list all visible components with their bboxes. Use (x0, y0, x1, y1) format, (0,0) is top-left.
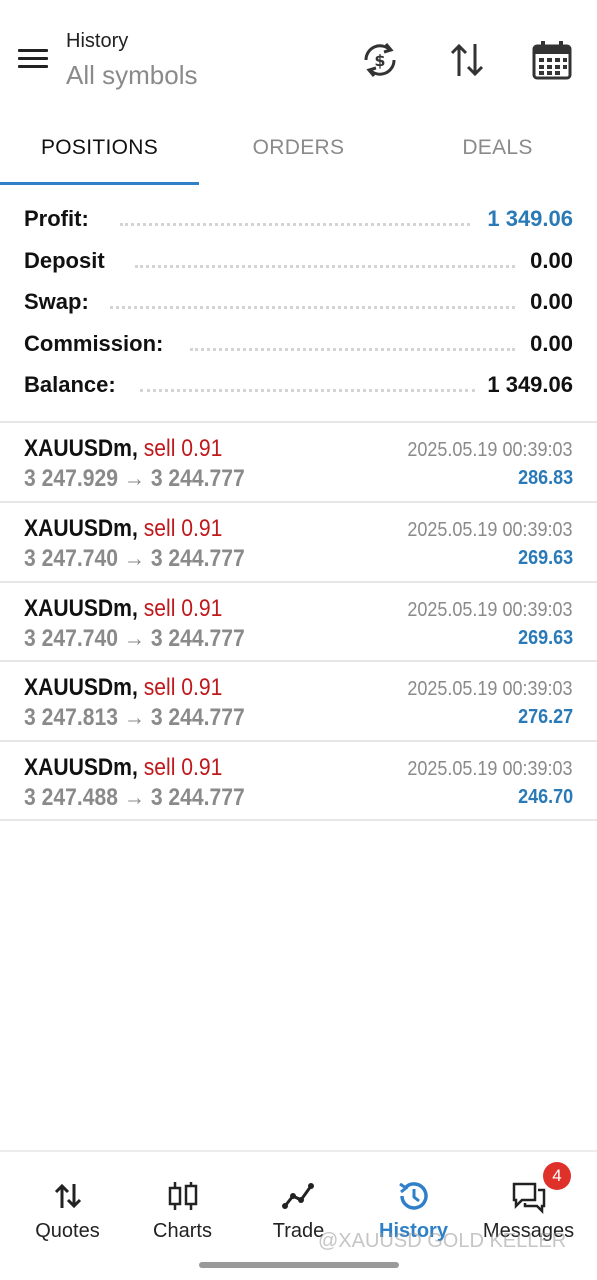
messages-icon (511, 1178, 547, 1215)
swap-value: 0.00 (522, 289, 573, 315)
dotted-leader (135, 264, 515, 268)
tab-positions[interactable]: POSITIONS (0, 120, 199, 186)
deposit-value: 0.00 (522, 248, 573, 274)
position-profit: 246.70 (517, 786, 573, 808)
dotted-leader (120, 222, 470, 226)
balance-label: Balance: (24, 372, 124, 398)
active-tab-indicator (0, 182, 199, 185)
position-side: sell 0.91 (143, 515, 223, 542)
summary-row-balance: Balance: 1 349.06 (0, 366, 597, 406)
calendar-icon[interactable] (530, 38, 574, 82)
position-symbol: XAUUSDm, sell 0.91 (24, 754, 223, 781)
page-title: History (66, 30, 129, 52)
summary-row-commission: Commission: 0.00 (0, 325, 597, 365)
history-icon (396, 1178, 432, 1214)
position-symbol: XAUUSDm, sell 0.91 (24, 674, 223, 701)
summary-row-deposit: Deposit 0.00 (0, 242, 597, 282)
swap-label: Swap: (24, 289, 97, 315)
position-side: sell 0.91 (143, 754, 223, 781)
position-prices: 3 247.929 → 3 244.777 (24, 465, 245, 492)
quotes-icon (50, 1178, 86, 1214)
dotted-leader (190, 347, 515, 351)
position-symbol: XAUUSDm, sell 0.91 (24, 515, 223, 542)
summary-row-profit: Profit: 1 349.06 (0, 200, 597, 240)
position-prices: 3 247.488 → 3 244.777 (24, 784, 245, 811)
position-side: sell 0.91 (143, 595, 223, 622)
position-side: sell 0.91 (143, 674, 223, 701)
profit-label: Profit: (24, 206, 97, 232)
dotted-leader (140, 388, 475, 392)
currency-exchange-icon[interactable]: $ (358, 38, 402, 82)
tab-orders[interactable]: ORDERS (199, 120, 398, 186)
position-prices: 3 247.740 → 3 244.777 (24, 545, 245, 572)
messages-badge: 4 (543, 1162, 571, 1190)
position-symbol: XAUUSDm, sell 0.91 (24, 435, 223, 462)
charts-icon (165, 1178, 201, 1214)
divider (0, 819, 597, 821)
position-profit: 269.63 (517, 547, 573, 569)
svg-text:$: $ (374, 51, 385, 70)
watermark-text: @XAUUSD GOLD KELLER (318, 1230, 567, 1252)
balance-value: 1 349.06 (479, 372, 573, 398)
position-profit: 276.27 (517, 706, 573, 728)
position-row[interactable]: XAUUSDm, sell 0.91 3 247.929 → 3 244.777… (0, 423, 597, 503)
position-prices: 3 247.740 → 3 244.777 (24, 625, 245, 652)
bottom-navigation: Quotes Charts Trade History 4 Messages (0, 1150, 597, 1280)
tab-deals[interactable]: DEALS (398, 120, 597, 186)
profit-value: 1 349.06 (479, 206, 573, 232)
position-row[interactable]: XAUUSDm, sell 0.91 3 247.813 → 3 244.777… (0, 662, 597, 742)
position-side: sell 0.91 (143, 435, 223, 462)
nav-charts[interactable]: Charts (123, 1152, 242, 1262)
position-time: 2025.05.19 00:39:03 (407, 439, 573, 461)
trade-icon (281, 1178, 317, 1214)
symbol-filter[interactable]: All symbols (66, 60, 197, 91)
deposit-label: Deposit (24, 248, 113, 274)
dotted-leader (110, 305, 515, 309)
menu-icon[interactable] (14, 44, 52, 74)
position-time: 2025.05.19 00:39:03 (407, 758, 573, 780)
position-time: 2025.05.19 00:39:03 (407, 519, 573, 541)
nav-label: Quotes (35, 1220, 100, 1242)
sort-icon[interactable] (445, 38, 489, 82)
commission-label: Commission: (24, 331, 172, 357)
nav-label: Charts (153, 1220, 212, 1242)
position-symbol: XAUUSDm, sell 0.91 (24, 595, 223, 622)
position-prices: 3 247.813 → 3 244.777 (24, 704, 245, 731)
nav-quotes[interactable]: Quotes (8, 1152, 127, 1262)
home-indicator[interactable] (199, 1262, 399, 1268)
summary-row-swap: Swap: 0.00 (0, 283, 597, 323)
position-row[interactable]: XAUUSDm, sell 0.91 3 247.740 → 3 244.777… (0, 583, 597, 663)
app-header: History All symbols $ (0, 0, 597, 120)
position-profit: 286.83 (517, 467, 573, 489)
position-row[interactable]: XAUUSDm, sell 0.91 3 247.488 → 3 244.777… (0, 742, 597, 822)
tab-bar: POSITIONS ORDERS DEALS (0, 120, 597, 186)
position-time: 2025.05.19 00:39:03 (407, 678, 573, 700)
position-row[interactable]: XAUUSDm, sell 0.91 3 247.740 → 3 244.777… (0, 503, 597, 583)
position-time: 2025.05.19 00:39:03 (407, 599, 573, 621)
commission-value: 0.00 (522, 331, 573, 357)
position-profit: 269.63 (517, 627, 573, 649)
